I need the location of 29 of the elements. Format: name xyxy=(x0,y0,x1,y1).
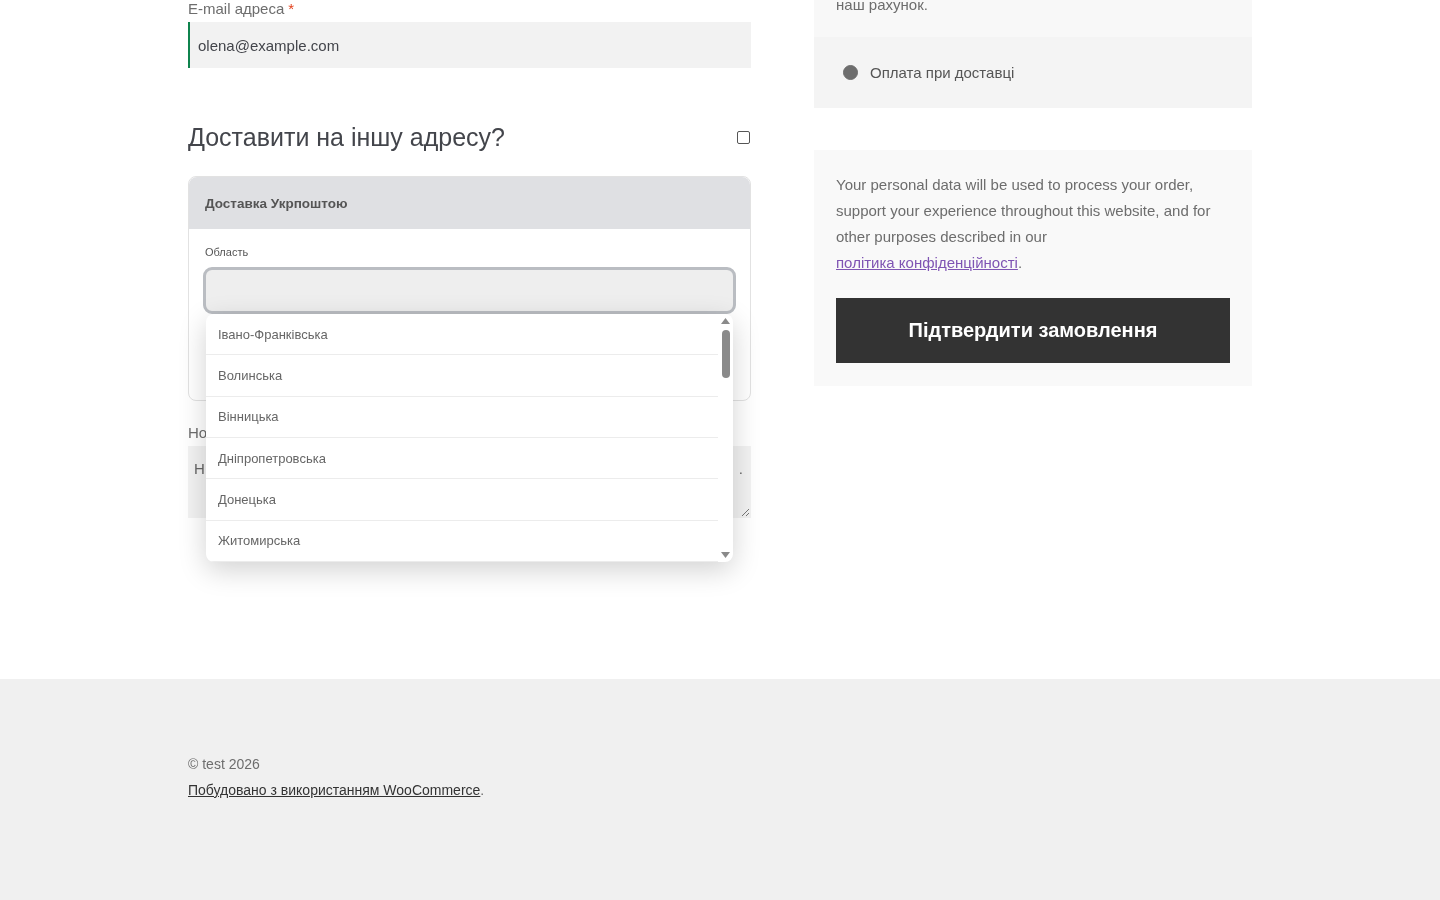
ship-elsewhere-checkbox[interactable] xyxy=(737,130,750,144)
dropdown-option[interactable]: Вінницька xyxy=(206,396,718,438)
dropdown-option[interactable]: Житомирська xyxy=(206,520,718,562)
payment-method-label[interactable]: Оплата при доставці xyxy=(870,64,1015,81)
woocommerce-credit-link[interactable]: Побудовано з використанням WooCommerce xyxy=(188,777,481,803)
scrollbar-thumb[interactable] xyxy=(721,330,730,378)
dropdown-option[interactable]: Дніпропетровська xyxy=(206,438,718,480)
privacy-policy-link[interactable]: політика конфіденційності xyxy=(836,254,1018,271)
notes-placeholder-start: Н xyxy=(194,460,205,478)
ship-elsewhere-heading: Доставити на іншу адресу? xyxy=(188,122,506,152)
payment-radio[interactable] xyxy=(843,65,858,80)
notes-label: Но xyxy=(188,424,209,443)
scroll-down-icon[interactable] xyxy=(721,552,730,558)
notes-placeholder-end: . xyxy=(738,460,743,478)
credit-period: . xyxy=(480,781,485,800)
privacy-notice: Your personal data will be used to process your order, support your experience throughout this website, and for other purposes described in our політика конфіденційності. xyxy=(836,175,1212,273)
region-label: Область xyxy=(204,246,250,260)
scroll-up-icon[interactable] xyxy=(721,318,730,324)
delivery-card-title: Доставка Укрпоштою xyxy=(189,177,750,229)
resize-grip-icon[interactable] xyxy=(741,508,749,516)
region-select[interactable] xyxy=(203,267,736,314)
dropdown-option[interactable]: Волинська xyxy=(206,355,718,397)
place-order-button[interactable]: Підтвердити замовлення xyxy=(836,298,1230,363)
email-label: E-mail адреса xyxy=(188,0,285,18)
required-mark: * xyxy=(288,0,295,18)
dropdown-option[interactable]: Донецька xyxy=(206,479,718,521)
copyright-text: © test 2026 xyxy=(188,755,261,774)
email-field[interactable]: olena@example.com xyxy=(188,22,751,68)
dropdown-option[interactable]: Івано-Франківська xyxy=(206,314,718,356)
